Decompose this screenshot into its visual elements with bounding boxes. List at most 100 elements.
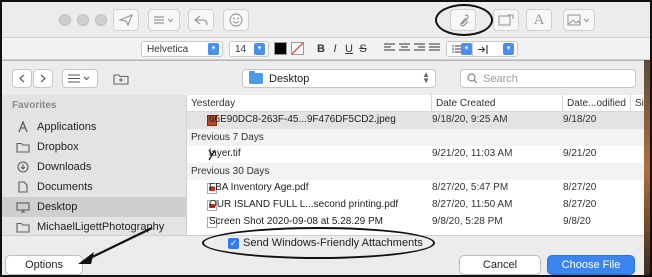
location-popup[interactable]: Desktop ▲ ▼	[242, 69, 436, 88]
sidebar-item-desktop[interactable]: Desktop	[2, 197, 186, 217]
no-color-icon	[291, 42, 304, 55]
strikethrough-button[interactable]: S	[357, 41, 369, 57]
dialog-footer: ✓ Send Windows-Friendly Attachments Opti…	[2, 227, 650, 275]
align-center-button[interactable]	[398, 41, 410, 57]
annotation-arrow	[78, 227, 153, 264]
sidebar-item-label: Downloads	[37, 161, 92, 173]
file-picker-dialog: Desktop ▲ ▼ Search Favorites Applications	[2, 60, 650, 275]
column-header-date-modified[interactable]: Date...odified	[563, 95, 631, 112]
search-field[interactable]: Search	[460, 69, 636, 88]
file-date-modified: 9/21/20	[563, 148, 597, 159]
annotation-circle-attach	[435, 4, 493, 36]
file-date-modified: 9/18/20	[563, 114, 597, 125]
sidebar: Favorites Applications Dropbox Downloads	[2, 95, 186, 235]
file-date-created: 9/8/20, 5:28 PM	[432, 216, 503, 227]
list-dropdown-button[interactable]	[148, 9, 180, 31]
sidebar-item-label: Desktop	[37, 201, 78, 213]
emoji-icon	[229, 13, 243, 27]
minimize-window-button[interactable]	[77, 14, 89, 26]
bold-button[interactable]: B	[315, 41, 327, 57]
font-family-value: Helvetica	[147, 43, 189, 55]
font-size-value: 14	[235, 43, 247, 55]
file-name: Screen Shot 2020-09-08 at 5.28.29 PM	[209, 216, 384, 227]
back-button[interactable]	[12, 69, 32, 88]
reply-icon	[194, 14, 208, 26]
align-center-icon	[398, 43, 410, 51]
file-date-created: 8/27/20, 5:47 PM	[432, 182, 509, 193]
zoom-window-button[interactable]	[95, 14, 107, 26]
photo-browser-button[interactable]	[563, 9, 595, 31]
chevron-down-icon: ▾	[461, 43, 472, 55]
downloads-icon	[16, 161, 30, 173]
choose-file-button[interactable]: Choose File	[547, 255, 635, 275]
file-name: layer.tif	[209, 148, 241, 159]
dialog-toolbar: Desktop ▲ ▼ Search	[2, 61, 650, 95]
windows-friendly-checkbox[interactable]: ✓	[228, 238, 239, 249]
align-right-icon	[413, 43, 425, 51]
sidebar-item-documents[interactable]: Documents	[2, 177, 186, 197]
updown-arrows-icon: ▲ ▼	[422, 70, 430, 85]
chevron-down-icon: ▾	[254, 43, 265, 55]
file-list: Yesterday Date Created Date...odified Si…	[186, 95, 650, 235]
font-family-select[interactable]: Helvetica ▾	[141, 41, 223, 57]
italic-button[interactable]: I	[329, 41, 341, 57]
justify-icon	[428, 43, 440, 51]
file-date-modified: 8/27/20	[563, 199, 597, 210]
sidebar-item-dropbox[interactable]: Dropbox	[2, 137, 186, 157]
column-header-date-created[interactable]: Date Created	[432, 95, 563, 112]
close-window-button[interactable]	[59, 14, 71, 26]
sidebar-heading: Favorites	[12, 100, 57, 111]
column-header-name[interactable]: Yesterday	[187, 95, 432, 112]
windows-friendly-label[interactable]: Send Windows-Friendly Attachments	[243, 237, 423, 249]
file-row[interactable]: OUR ISLAND FULL L...second printing.pdf …	[187, 197, 650, 214]
sidebar-item-label: Dropbox	[37, 141, 79, 153]
file-date-modified: 9/8/20	[563, 216, 591, 227]
file-row[interactable]: FBA Inventory Age.pdf 8/27/20, 5:47 PM 8…	[187, 180, 650, 197]
format-bar: Helvetica ▾ 14 ▾ B I U S ▾ ▾	[2, 38, 650, 60]
location-label: Desktop	[269, 72, 310, 85]
file-date-created: 8/27/20, 11:50 AM	[432, 199, 513, 210]
chevron-down-icon: ▾	[503, 43, 514, 55]
chevron-left-icon	[19, 74, 25, 83]
file-name: FBA Inventory Age.pdf	[209, 182, 309, 193]
align-right-button[interactable]	[413, 41, 425, 57]
new-folder-button[interactable]	[108, 69, 134, 88]
background-color-swatch[interactable]	[291, 42, 304, 55]
desktop-icon	[16, 201, 30, 213]
format-text-button[interactable]: A	[526, 9, 552, 31]
align-left-button[interactable]	[383, 41, 395, 57]
send-icon	[119, 14, 133, 26]
file-name: 66E90DC8-263F-45...9F476DF5CD2.jpeg	[209, 114, 396, 125]
new-folder-icon	[113, 73, 129, 85]
folder-icon	[16, 221, 30, 233]
compose-toolbar: A	[2, 2, 650, 38]
dropbox-folder-icon	[16, 141, 30, 153]
send-button[interactable]	[113, 9, 139, 31]
file-row[interactable]: layer.tif 9/21/20, 11:03 AM 9/21/20	[187, 146, 650, 163]
list-dropdown-icon	[153, 15, 175, 25]
justify-button[interactable]	[428, 41, 440, 57]
search-placeholder: Search	[483, 72, 518, 85]
underline-button[interactable]: U	[343, 41, 355, 57]
sidebar-item-downloads[interactable]: Downloads	[2, 157, 186, 177]
folder-icon	[249, 71, 263, 84]
reply-button[interactable]	[188, 9, 214, 31]
view-mode-button[interactable]	[62, 69, 98, 88]
indent-icon	[478, 44, 488, 54]
cancel-button[interactable]: Cancel	[459, 255, 541, 275]
sidebar-item-label: Documents	[37, 181, 93, 193]
forward-button[interactable]	[33, 69, 53, 88]
file-row[interactable]: 66E90DC8-263F-45...9F476DF5CD2.jpeg 9/18…	[187, 112, 650, 129]
list-view-icon	[68, 74, 90, 83]
emoji-button[interactable]	[223, 9, 249, 31]
header-fields-icon	[498, 14, 514, 26]
indent-select[interactable]: ▾	[472, 41, 518, 57]
text-color-swatch[interactable]	[274, 42, 287, 55]
file-name: OUR ISLAND FULL L...second printing.pdf	[209, 199, 399, 210]
chevron-right-icon	[40, 74, 46, 83]
sidebar-item-applications[interactable]: Applications	[2, 117, 186, 137]
desktop-wallpaper-edge	[644, 60, 650, 275]
mail-compose-window: A Helvetica ▾ 14 ▾ B I U S ▾ ▾ Desktop ▲…	[0, 0, 652, 277]
font-size-select[interactable]: 14 ▾	[229, 41, 269, 57]
header-fields-button[interactable]	[493, 9, 519, 31]
